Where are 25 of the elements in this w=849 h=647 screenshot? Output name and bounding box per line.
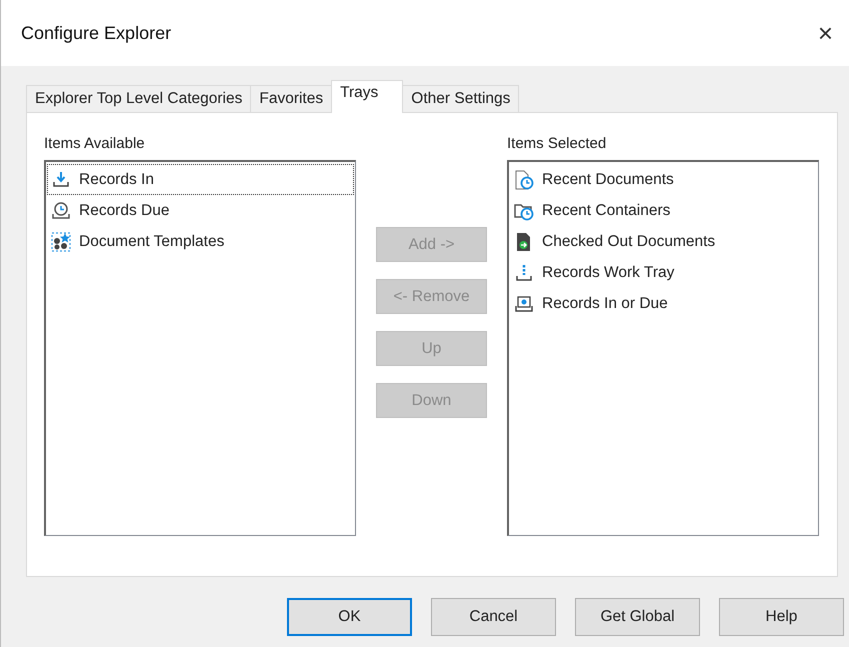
list-item[interactable]: Records In (47, 164, 354, 195)
document-clock-icon (514, 170, 534, 190)
tab[interactable]: Explorer Top Level Categories (26, 85, 252, 112)
list-item[interactable]: Records Due (47, 195, 354, 226)
list-item[interactable]: Recent Containers (510, 195, 817, 226)
shapes-icon (51, 232, 71, 252)
list-item[interactable]: Document Templates (47, 226, 354, 257)
tab[interactable]: Trays (331, 80, 404, 113)
dialog-button[interactable]: Help (719, 598, 844, 636)
tab[interactable]: Other Settings (402, 85, 520, 112)
list-item[interactable]: Records In or Due (510, 288, 817, 319)
window-title: Configure Explorer (21, 22, 172, 44)
dialog-button[interactable]: Get Global (575, 598, 700, 636)
tray-icon (514, 262, 534, 282)
download-tray-icon (51, 170, 71, 190)
dialog-button[interactable]: Cancel (431, 598, 556, 636)
clock-tray-icon (51, 200, 71, 220)
list-item[interactable]: Recent Documents (510, 164, 817, 195)
list-item[interactable]: Records Work Tray (510, 257, 817, 288)
close-button[interactable]: × (812, 18, 839, 48)
dialog-button[interactable]: OK (287, 598, 412, 636)
list-label: Items Selected (507, 135, 608, 152)
list-label: Items Available (44, 135, 146, 152)
tray-icon (514, 294, 534, 314)
list-item[interactable]: Checked Out Documents (510, 226, 817, 257)
